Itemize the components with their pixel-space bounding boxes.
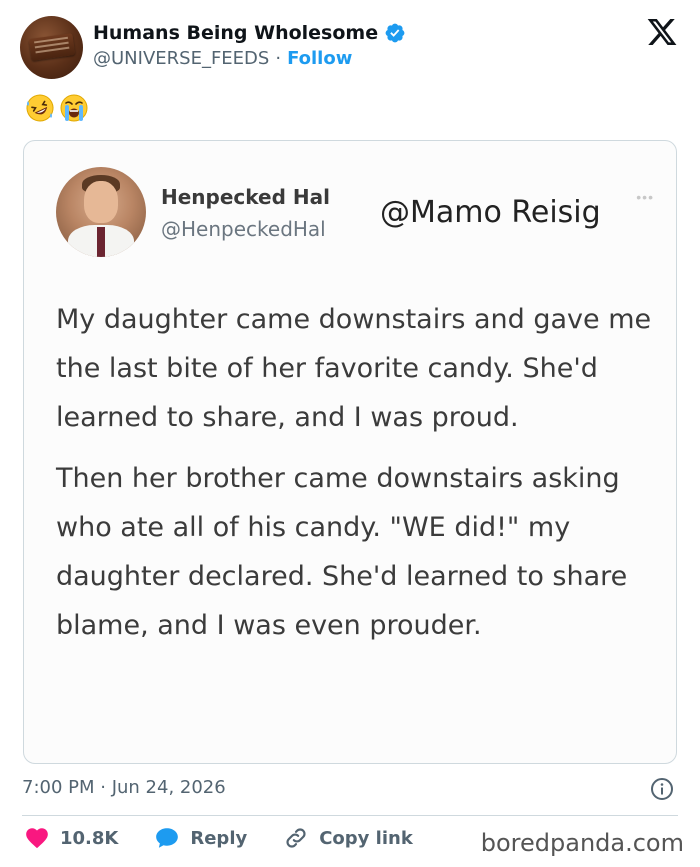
quoted-paragraph: My daughter came downstairs and gave me … [56,304,652,433]
like-button[interactable]: 10.8K [24,825,118,851]
x-logo-icon[interactable] [646,16,678,48]
post-emojis [24,92,90,124]
quoted-mention: @Mamo Reisig [380,195,601,230]
quoted-author-avatar [56,167,146,257]
post-timestamp[interactable]: 7:00 PM · Jun 24, 2026 [22,777,226,798]
watermark: boredpanda.com [480,829,684,857]
divider [22,815,678,816]
reply-button[interactable]: Reply [154,825,247,851]
copy-link-label: Copy link [319,827,413,849]
info-icon[interactable] [650,777,674,801]
author-avatar[interactable] [20,16,83,79]
rolling-on-floor-laughing-icon [26,94,54,122]
verified-badge-icon [385,23,405,43]
reply-label: Reply [190,827,248,849]
author-display-name[interactable]: Humans Being Wholesome [93,22,378,44]
author-name-row: Humans Being Wholesome [93,22,406,44]
quoted-author-name: Henpecked Hal [161,185,330,209]
copy-link-button[interactable]: Copy link [283,825,413,851]
author-handle[interactable]: @UNIVERSE_FEEDS [93,48,269,69]
link-icon [286,828,306,848]
loudly-crying-icon [60,94,88,122]
heart-icon [26,828,48,849]
separator-dot: · [275,48,282,69]
reply-bubble-icon [156,828,179,848]
quoted-tweet-text: My daughter came downstairs and gave me … [56,295,656,650]
embedded-tweet-image[interactable]: Henpecked Hal @HenpeckedHal @Mamo Reisig… [23,140,677,764]
action-bar: 10.8K Reply Copy link [24,825,449,851]
follow-button[interactable]: Follow [287,48,352,69]
quoted-author-handle: @HenpeckedHal [161,217,326,241]
author-handle-row: @UNIVERSE_FEEDS · Follow [93,48,352,69]
more-options-icon: ••• [636,189,654,205]
like-count: 10.8K [60,827,119,849]
quoted-paragraph: Then her brother came downstairs asking … [56,463,628,641]
